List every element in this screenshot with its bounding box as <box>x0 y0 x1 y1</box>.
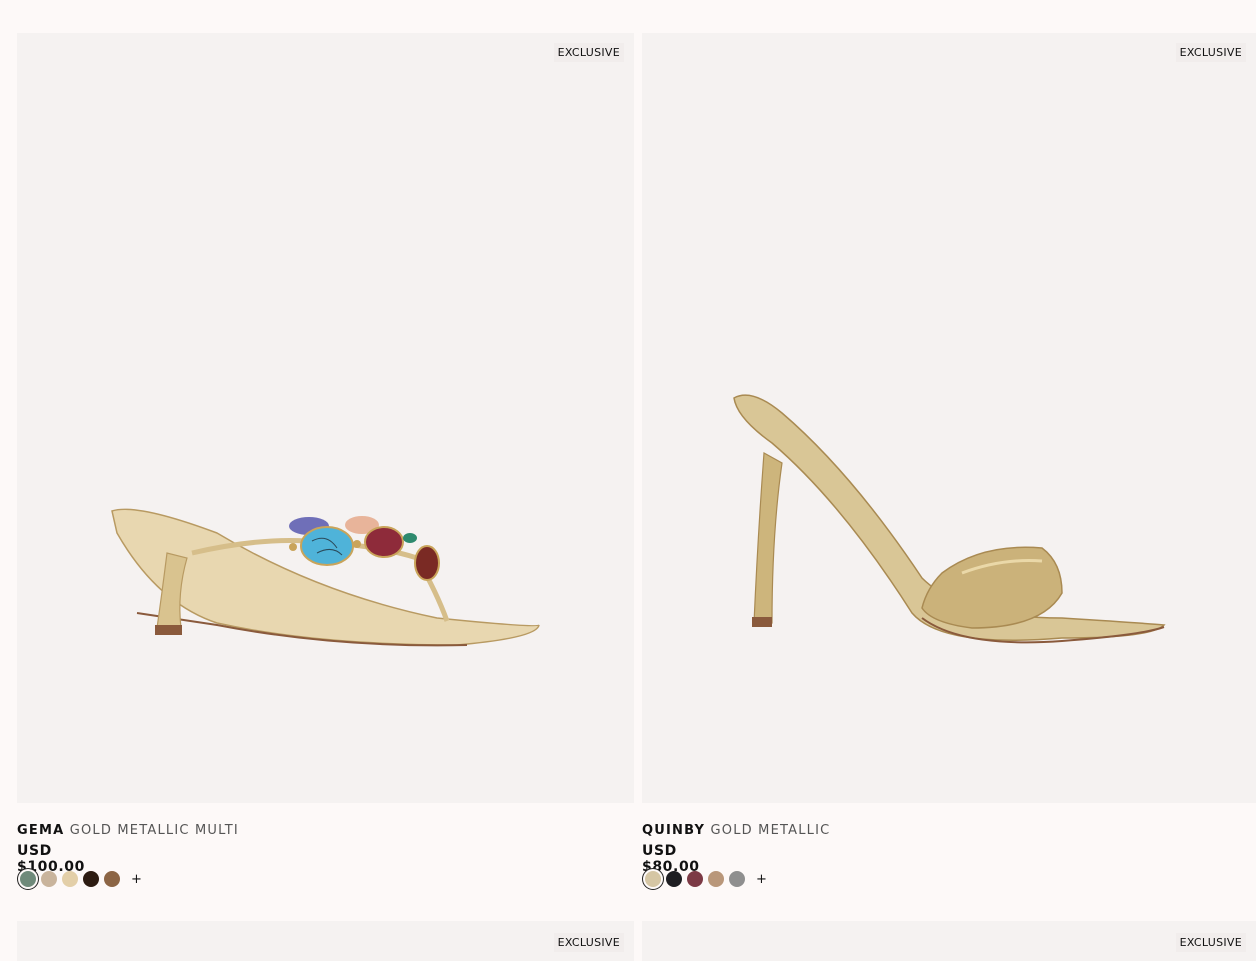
color-swatch[interactable] <box>708 871 724 887</box>
exclusive-badge: EXCLUSIVE <box>553 933 624 952</box>
color-swatch[interactable] <box>62 871 78 887</box>
product-name-quinby[interactable]: QUINBY GOLD METALLIC <box>642 823 830 838</box>
product-brand: QUINBY <box>642 823 706 838</box>
color-swatch[interactable] <box>104 871 120 887</box>
gema-sandal-illustration <box>111 508 540 647</box>
product-variant: GOLD METALLIC MULTI <box>69 823 239 838</box>
color-swatch[interactable] <box>666 871 682 887</box>
exclusive-badge: EXCLUSIVE <box>553 43 624 62</box>
color-swatch[interactable] <box>41 871 57 887</box>
color-swatch[interactable] <box>83 871 99 887</box>
product-brand: GEMA <box>17 823 65 838</box>
color-swatch[interactable] <box>20 871 36 887</box>
color-swatch[interactable] <box>645 871 661 887</box>
color-swatch[interactable] <box>687 871 703 887</box>
product-image-gema[interactable]: EXCLUSIVE <box>17 33 634 803</box>
product-name-gema[interactable]: GEMA GOLD METALLIC MULTI <box>17 823 239 838</box>
product-image-quinby[interactable]: EXCLUSIVE <box>642 33 1256 803</box>
exclusive-badge: EXCLUSIVE <box>1175 933 1246 952</box>
product-variant: GOLD METALLIC <box>710 823 831 838</box>
exclusive-badge: EXCLUSIVE <box>1175 43 1246 62</box>
color-swatches: + <box>20 871 142 887</box>
more-colors-button[interactable]: + <box>756 872 767 887</box>
more-colors-button[interactable]: + <box>131 872 142 887</box>
quinby-mule-illustration <box>733 394 1166 644</box>
product-image-next-right[interactable]: EXCLUSIVE <box>642 921 1256 961</box>
product-image-next-left[interactable]: EXCLUSIVE <box>17 921 634 961</box>
color-swatches: + <box>645 871 767 887</box>
color-swatch[interactable] <box>729 871 745 887</box>
